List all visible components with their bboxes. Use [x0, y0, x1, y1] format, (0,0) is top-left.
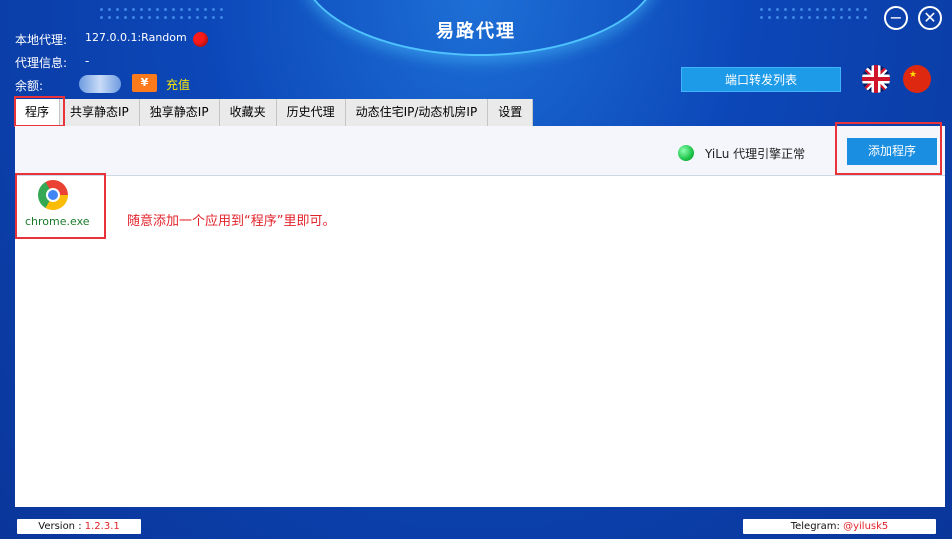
tab-dynamic-ip[interactable]: 动态住宅IP/动态机房IP [345, 99, 489, 126]
recharge-icon[interactable]: ¥ [132, 74, 157, 92]
local-proxy-row: 本地代理: 127.0.0.1:Random [15, 31, 187, 48]
telegram-box[interactable]: Telegram: @yilusk5 [743, 519, 936, 534]
port-forward-list-button[interactable]: 端口转发列表 [681, 67, 841, 92]
version-value: 1.2.3.1 [84, 521, 120, 532]
version-box: Version : 1.2.3.1 [17, 519, 141, 534]
recharge-link[interactable]: 充值 [166, 76, 190, 93]
close-icon[interactable]: ✕ [918, 6, 942, 30]
programs-panel: YiLu 代理引擎正常 添加程序 chrome.exe 随意添加一个应用到“程序… [15, 126, 945, 507]
program-item-highlight [15, 173, 106, 239]
tab-shared-static-ip[interactable]: 共享静态IP [60, 99, 140, 126]
local-proxy-label: 本地代理: [15, 33, 68, 47]
minimize-icon[interactable]: − [884, 6, 908, 30]
proxy-status-dot-icon [193, 32, 208, 47]
programs-toolbar: YiLu 代理引擎正常 添加程序 [15, 126, 945, 176]
engine-status-icon [678, 145, 694, 161]
tab-settings[interactable]: 设置 [488, 99, 534, 126]
version-label: Version : [38, 521, 85, 532]
balance-value-pill [79, 75, 121, 93]
cn-flag-icon[interactable]: ★ [903, 65, 931, 93]
add-program-highlight [835, 122, 942, 175]
telegram-label: Telegram: [790, 521, 844, 532]
tab-favorites[interactable]: 收藏夹 [219, 99, 277, 126]
balance-row: 余额: [15, 77, 43, 94]
uk-flag-icon[interactable] [862, 65, 890, 93]
tab-programs-highlight [14, 96, 65, 127]
tab-dedicated-static-ip[interactable]: 独享静态IP [139, 99, 220, 126]
balance-label: 余额: [15, 79, 44, 93]
tab-history-proxy[interactable]: 历史代理 [276, 99, 346, 126]
tab-bar: 程序 共享静态IP 独享静态IP 收藏夹 历史代理 动态住宅IP/动态机房IP … [15, 99, 534, 126]
engine-status-text: YiLu 代理引擎正常 [705, 147, 806, 161]
telegram-link[interactable]: @yilusk5 [843, 521, 888, 532]
app-window: 易路代理 − ✕ 本地代理: 127.0.0.1:Random 代理信息: - … [0, 0, 952, 539]
proxy-info-value: - [85, 54, 90, 68]
proxy-info-row: 代理信息: - [15, 54, 89, 71]
local-proxy-value: 127.0.0.1:Random [85, 31, 187, 44]
hint-text: 随意添加一个应用到“程序”里即可。 [127, 214, 336, 229]
proxy-info-label: 代理信息: [15, 56, 68, 70]
